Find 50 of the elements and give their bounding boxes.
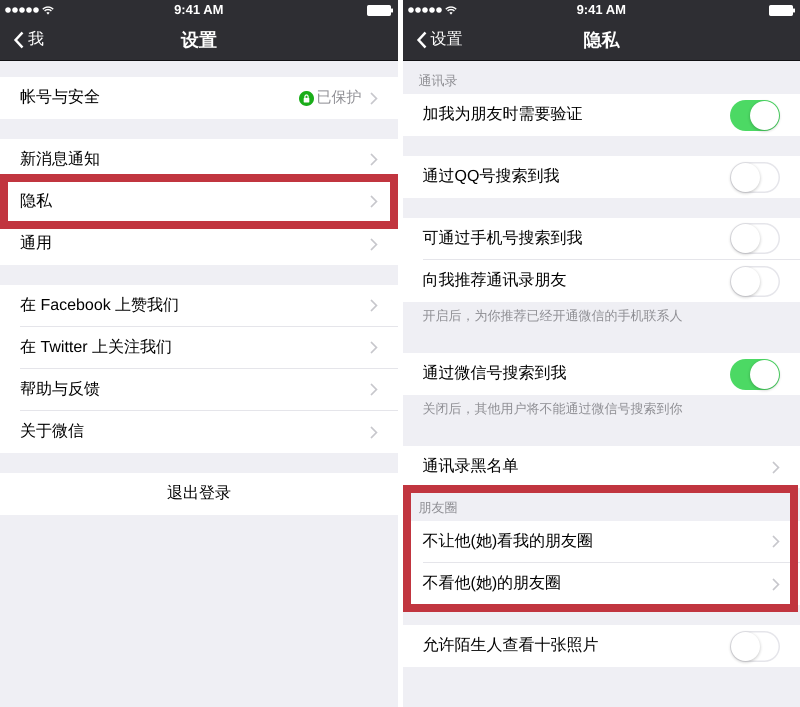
toggle-label: 通过微信号搜索到我 xyxy=(422,365,566,382)
section-header: 朋友圈 xyxy=(418,499,458,517)
chevron-right-icon xyxy=(370,238,378,250)
nav-title: 设置 xyxy=(180,28,217,52)
wifi-icon xyxy=(444,6,456,14)
chevron-right-icon xyxy=(370,426,378,438)
chevron-right-icon xyxy=(772,535,780,548)
menu-row[interactable]: 在 Twitter 上关注我们 xyxy=(0,327,398,369)
footer-note: 开启后，为你推荐已经开通微信的手机联系人 xyxy=(422,307,684,325)
section-header: 通讯录 xyxy=(418,72,458,90)
status-time: 9:41 AM xyxy=(576,1,626,20)
menu-row[interactable]: 关于微信 xyxy=(0,411,398,453)
chevron-right-icon xyxy=(370,153,378,166)
back-chevron-icon xyxy=(14,31,24,49)
chevron-right-icon xyxy=(370,383,378,396)
signal-strength-icon xyxy=(5,7,39,13)
footer-note: 关闭后，其他用户将不能通过微信号搜索到你 xyxy=(422,400,684,418)
toggle-switch[interactable] xyxy=(730,223,780,254)
status-time: 9:41 AM xyxy=(174,1,224,20)
toggle-switch[interactable] xyxy=(730,266,780,296)
menu-row[interactable]: 在 Facebook 上赞我们 xyxy=(0,285,398,327)
toggle-label: 加我为朋友时需要验证 xyxy=(422,106,582,123)
menu-row[interactable]: 帮助与反馈 xyxy=(0,369,398,411)
chevron-right-icon xyxy=(370,92,378,104)
back-button[interactable]: 设置 xyxy=(402,28,462,52)
toggle-label: 可通过手机号搜索到我 xyxy=(422,230,582,246)
toggle-switch[interactable] xyxy=(730,100,780,130)
chevron-right-icon xyxy=(772,460,780,474)
action-button[interactable]: 退出登录 xyxy=(0,473,398,515)
chevron-right-icon xyxy=(772,578,780,590)
toggle-switch[interactable] xyxy=(730,630,780,662)
battery-icon xyxy=(769,4,795,16)
chevron-right-icon xyxy=(370,195,378,208)
menu-row[interactable]: 通讯录黑名单 xyxy=(402,446,800,488)
chevron-right-icon xyxy=(370,299,378,312)
toggle-label: 允许陌生人查看十张照片 xyxy=(422,637,598,654)
lock-icon xyxy=(298,90,314,106)
toggle-switch[interactable] xyxy=(730,358,780,390)
battery-icon xyxy=(366,4,392,16)
toggle-label: 向我推荐通讯录朋友 xyxy=(422,272,566,289)
nav-title: 隐私 xyxy=(583,28,620,52)
back-chevron-icon xyxy=(416,31,426,49)
back-button[interactable]: 我 xyxy=(0,28,44,52)
toggle-label: 通过QQ号搜索到我 xyxy=(422,168,560,185)
status-text: 已保护 xyxy=(316,88,362,108)
toggle-switch[interactable] xyxy=(730,162,780,192)
wifi-icon xyxy=(42,6,54,14)
signal-strength-icon xyxy=(408,7,442,13)
chevron-right-icon xyxy=(370,341,378,354)
menu-row[interactable]: 帐号与安全 已保护 xyxy=(0,77,398,119)
